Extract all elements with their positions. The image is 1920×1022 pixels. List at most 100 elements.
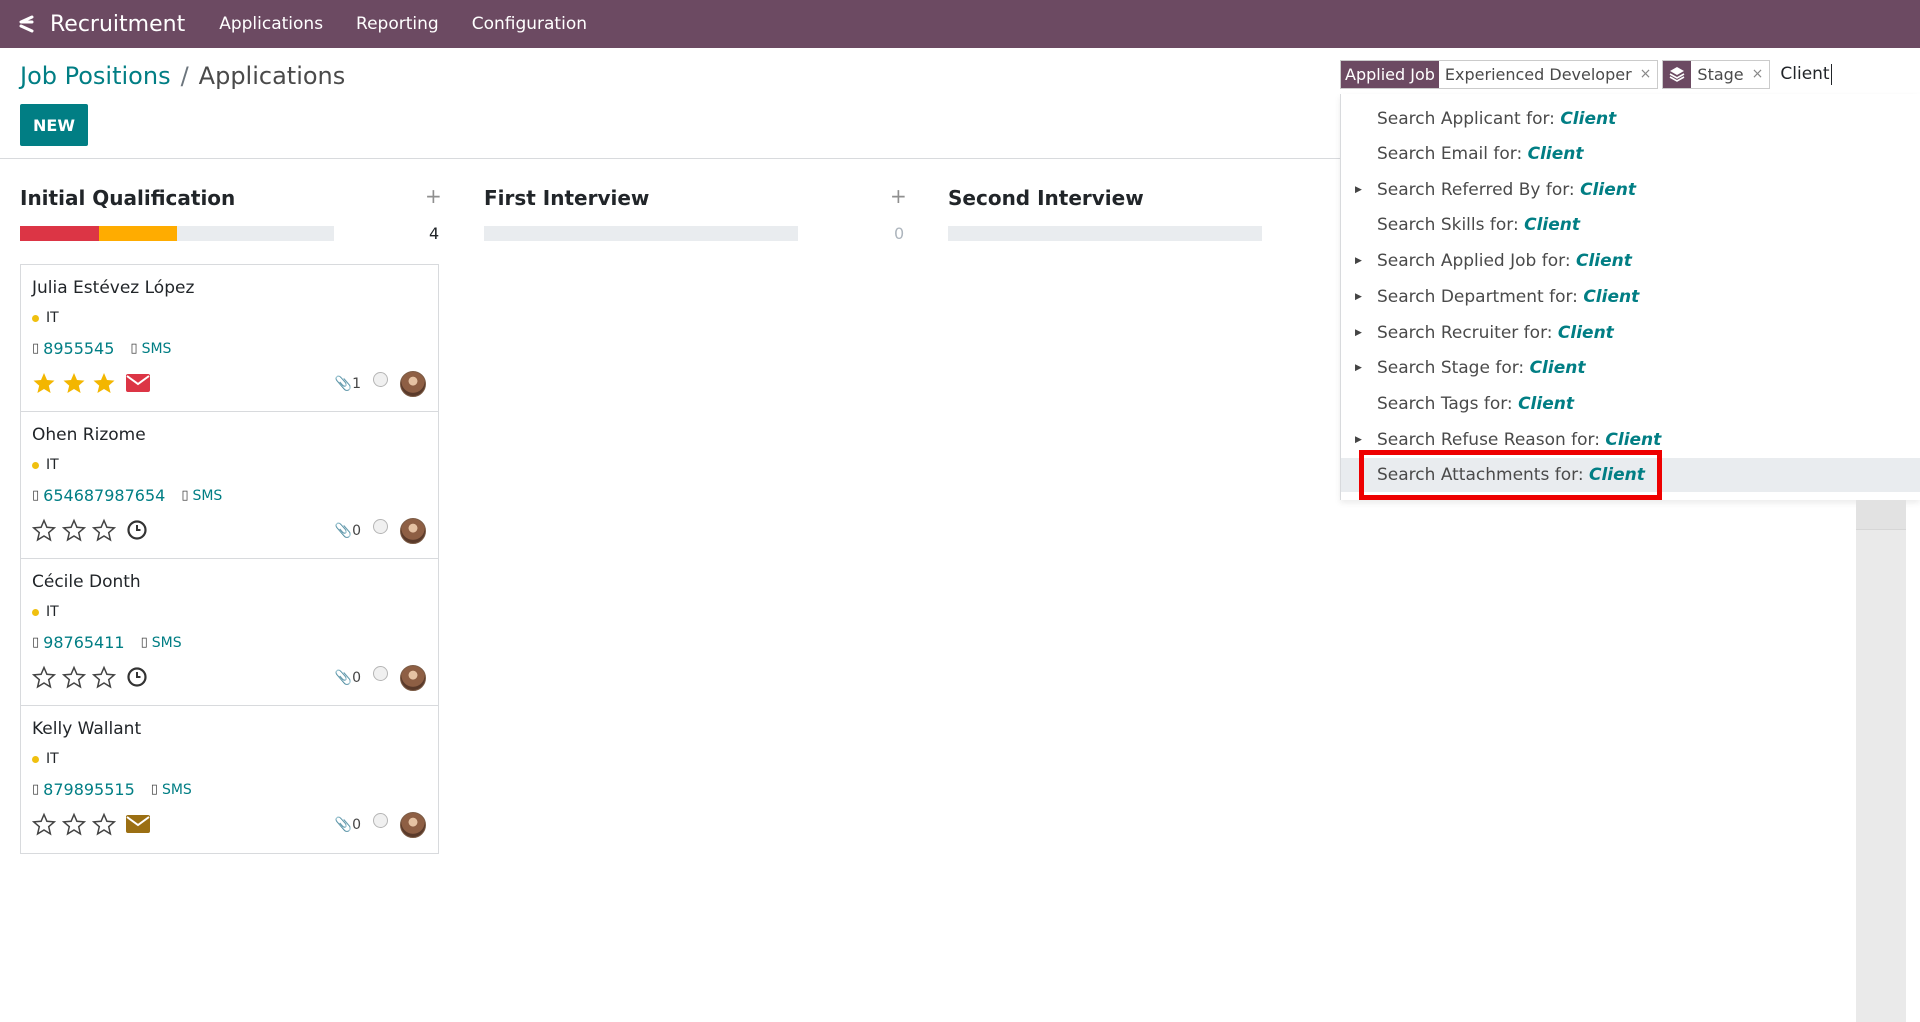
kanban-card[interactable]: Ohen Rizome IT ▯ 654687987654 ▯ SMS 📎 0 <box>21 412 438 559</box>
app-title[interactable]: Recruitment <box>50 12 185 37</box>
phone-icon: ▯ <box>32 341 40 356</box>
star-empty-icon[interactable] <box>62 812 86 836</box>
caret-right-icon[interactable]: ▶ <box>1355 185 1362 195</box>
column-count: 0 <box>894 224 905 243</box>
avatar[interactable] <box>400 665 426 691</box>
column-title-first-interview[interactable]: First Interview <box>484 186 649 210</box>
star-empty-icon[interactable] <box>92 812 116 836</box>
home-menu-button[interactable] <box>6 0 46 48</box>
breadcrumb-job-positions[interactable]: Job Positions <box>20 62 171 90</box>
item-query: Client <box>1518 394 1574 414</box>
kanban-card[interactable]: Cécile Donth IT ▯ 98765411 ▯ SMS 📎 0 <box>21 559 438 706</box>
kanban-card-list: Julia Estévez López IT ▯ 8955545 ▯ SMS 📎 1… <box>20 264 439 854</box>
mobile-icon: ▯ <box>181 488 189 503</box>
scrollbar-thumb[interactable] <box>1856 500 1906 530</box>
menu-reporting[interactable]: Reporting <box>356 14 439 34</box>
autocomplete-item-email[interactable]: Search Email for: Client <box>1341 137 1920 171</box>
sms-label: SMS <box>192 487 223 504</box>
star-empty-icon[interactable] <box>62 665 86 689</box>
facet-value-text: Experienced Developer <box>1444 64 1632 84</box>
facet-close-icon[interactable]: × <box>1752 66 1764 82</box>
autocomplete-item-department[interactable]: ▶ Search Department for: Client <box>1341 280 1920 314</box>
column-progress-bar[interactable] <box>20 226 334 241</box>
star-filled-icon[interactable] <box>32 371 56 395</box>
new-button[interactable]: NEW <box>20 104 88 146</box>
sms-button[interactable]: ▯ SMS <box>151 782 192 798</box>
annotation-highlight-box <box>1359 450 1662 500</box>
autocomplete-item-tags[interactable]: Search Tags for: Client <box>1341 387 1920 421</box>
kanban-card[interactable]: Kelly Wallant IT ▯ 879895515 ▯ SMS 📎 0 <box>21 706 438 853</box>
star-empty-icon[interactable] <box>32 812 56 836</box>
attachment-count[interactable]: 📎 1 <box>335 376 361 392</box>
avatar[interactable] <box>400 812 426 838</box>
kanban-state-icon[interactable] <box>373 812 388 828</box>
search-bar[interactable]: Applied Job Experienced Developer × Stage… <box>1340 58 1920 90</box>
phone-number[interactable]: 8955545 <box>43 339 114 358</box>
kanban-card[interactable]: Julia Estévez López IT ▯ 8955545 ▯ SMS 📎 1 <box>21 265 438 412</box>
search-input[interactable]: Client <box>1780 63 1832 85</box>
column-add-icon[interactable]: + <box>890 184 907 208</box>
column-title-initial-qualification[interactable]: Initial Qualification <box>20 186 235 210</box>
star-empty-icon[interactable] <box>32 518 56 542</box>
item-field: Tags <box>1440 394 1479 414</box>
star-filled-icon[interactable] <box>62 371 86 395</box>
activity-button[interactable] <box>126 814 150 834</box>
caret-right-icon[interactable]: ▶ <box>1355 292 1362 302</box>
progress-segment-red[interactable] <box>20 226 99 241</box>
item-field: Skills <box>1440 215 1485 235</box>
facet-close-icon[interactable]: × <box>1640 66 1652 82</box>
activity-button[interactable] <box>126 666 148 688</box>
caret-right-icon[interactable]: ▶ <box>1355 435 1362 445</box>
attachment-count-value: 1 <box>352 376 361 392</box>
mobile-icon: ▯ <box>140 635 148 650</box>
tag-dot-icon <box>32 461 39 469</box>
star-empty-icon[interactable] <box>92 518 116 542</box>
phone-number[interactable]: 654687987654 <box>43 486 165 505</box>
scrollbar-track[interactable] <box>1856 500 1906 1022</box>
phone-line: ▯ 879895515 ▯ SMS <box>32 780 192 799</box>
search-facet-applied-job[interactable]: Applied Job Experienced Developer × <box>1340 59 1659 89</box>
star-filled-icon[interactable] <box>92 371 116 395</box>
item-prefix: Search <box>1377 394 1441 414</box>
caret-right-icon[interactable]: ▶ <box>1355 328 1362 338</box>
column-title-second-interview[interactable]: Second Interview <box>948 186 1144 210</box>
autocomplete-item-skills[interactable]: Search Skills for: Client <box>1341 208 1920 242</box>
column-count: 4 <box>429 224 440 243</box>
autocomplete-item-recruiter[interactable]: ▶ Search Recruiter for: Client <box>1341 316 1920 350</box>
paperclip-icon: 📎 <box>334 817 353 833</box>
attachment-count[interactable]: 📎 0 <box>335 670 361 686</box>
item-field: Refuse Reason <box>1440 430 1566 450</box>
progress-segment-orange[interactable] <box>98 226 177 241</box>
avatar[interactable] <box>400 518 426 544</box>
search-facet-stage[interactable]: Stage × <box>1662 59 1771 89</box>
autocomplete-item-applied-job[interactable]: ▶ Search Applied Job for: Client <box>1341 244 1920 278</box>
mobile-icon: ▯ <box>130 341 138 356</box>
caret-right-icon[interactable]: ▶ <box>1355 363 1362 373</box>
avatar[interactable] <box>400 371 426 397</box>
kanban-state-icon[interactable] <box>373 518 388 534</box>
attachment-count[interactable]: 📎 0 <box>335 817 361 833</box>
phone-number[interactable]: 98765411 <box>43 633 124 652</box>
activity-button[interactable] <box>126 519 148 541</box>
star-empty-icon[interactable] <box>92 665 116 689</box>
priority-stars <box>32 371 150 395</box>
menu-configuration[interactable]: Configuration <box>472 14 587 34</box>
autocomplete-item-applicant[interactable]: Search Applicant for: Client <box>1341 102 1920 136</box>
sms-button[interactable]: ▯ SMS <box>141 635 182 651</box>
kanban-state-icon[interactable] <box>373 665 388 681</box>
item-query: Client <box>1605 430 1662 450</box>
activity-button[interactable] <box>126 373 150 393</box>
column-add-icon[interactable]: + <box>425 184 442 208</box>
menu-applications[interactable]: Applications <box>219 14 323 34</box>
autocomplete-item-referred-by[interactable]: ▶ Search Referred By for: Client <box>1341 173 1920 207</box>
autocomplete-item-stage[interactable]: ▶ Search Stage for: Client <box>1341 351 1920 385</box>
caret-right-icon[interactable]: ▶ <box>1355 256 1362 266</box>
attachment-count[interactable]: 📎 0 <box>335 523 361 539</box>
sms-button[interactable]: ▯ SMS <box>130 341 171 357</box>
phone-number[interactable]: 879895515 <box>43 780 135 799</box>
priority-stars <box>32 812 150 836</box>
star-empty-icon[interactable] <box>32 665 56 689</box>
star-empty-icon[interactable] <box>62 518 86 542</box>
kanban-state-icon[interactable] <box>373 371 388 387</box>
sms-button[interactable]: ▯ SMS <box>181 488 222 504</box>
